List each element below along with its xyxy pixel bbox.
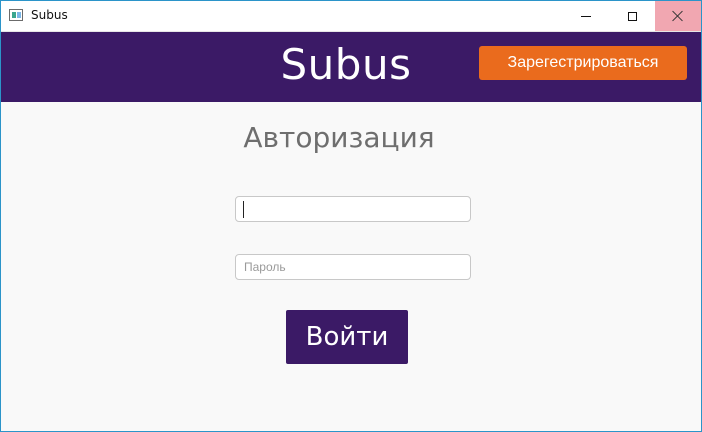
text-caret xyxy=(243,201,244,218)
window-title: Subus xyxy=(31,8,68,22)
app-window-icon xyxy=(9,9,23,21)
close-icon xyxy=(672,10,684,22)
title-bar[interactable]: Subus xyxy=(1,1,701,32)
page-title: Авторизация xyxy=(243,121,435,154)
auth-panel: Авторизация Войти xyxy=(1,102,701,431)
app-window: Subus Subus Зарегестрироваться Авторизац… xyxy=(0,0,702,432)
app-header: Subus Зарегестрироваться xyxy=(1,32,701,102)
maximize-button[interactable] xyxy=(609,1,655,31)
register-button[interactable]: Зарегестрироваться xyxy=(479,46,687,80)
login-button[interactable]: Войти xyxy=(286,310,408,364)
maximize-icon xyxy=(627,11,637,21)
minimize-icon xyxy=(581,15,591,17)
password-field[interactable] xyxy=(235,254,471,280)
login-field[interactable] xyxy=(235,196,471,222)
close-button[interactable] xyxy=(655,1,701,31)
minimize-button[interactable] xyxy=(563,1,609,31)
